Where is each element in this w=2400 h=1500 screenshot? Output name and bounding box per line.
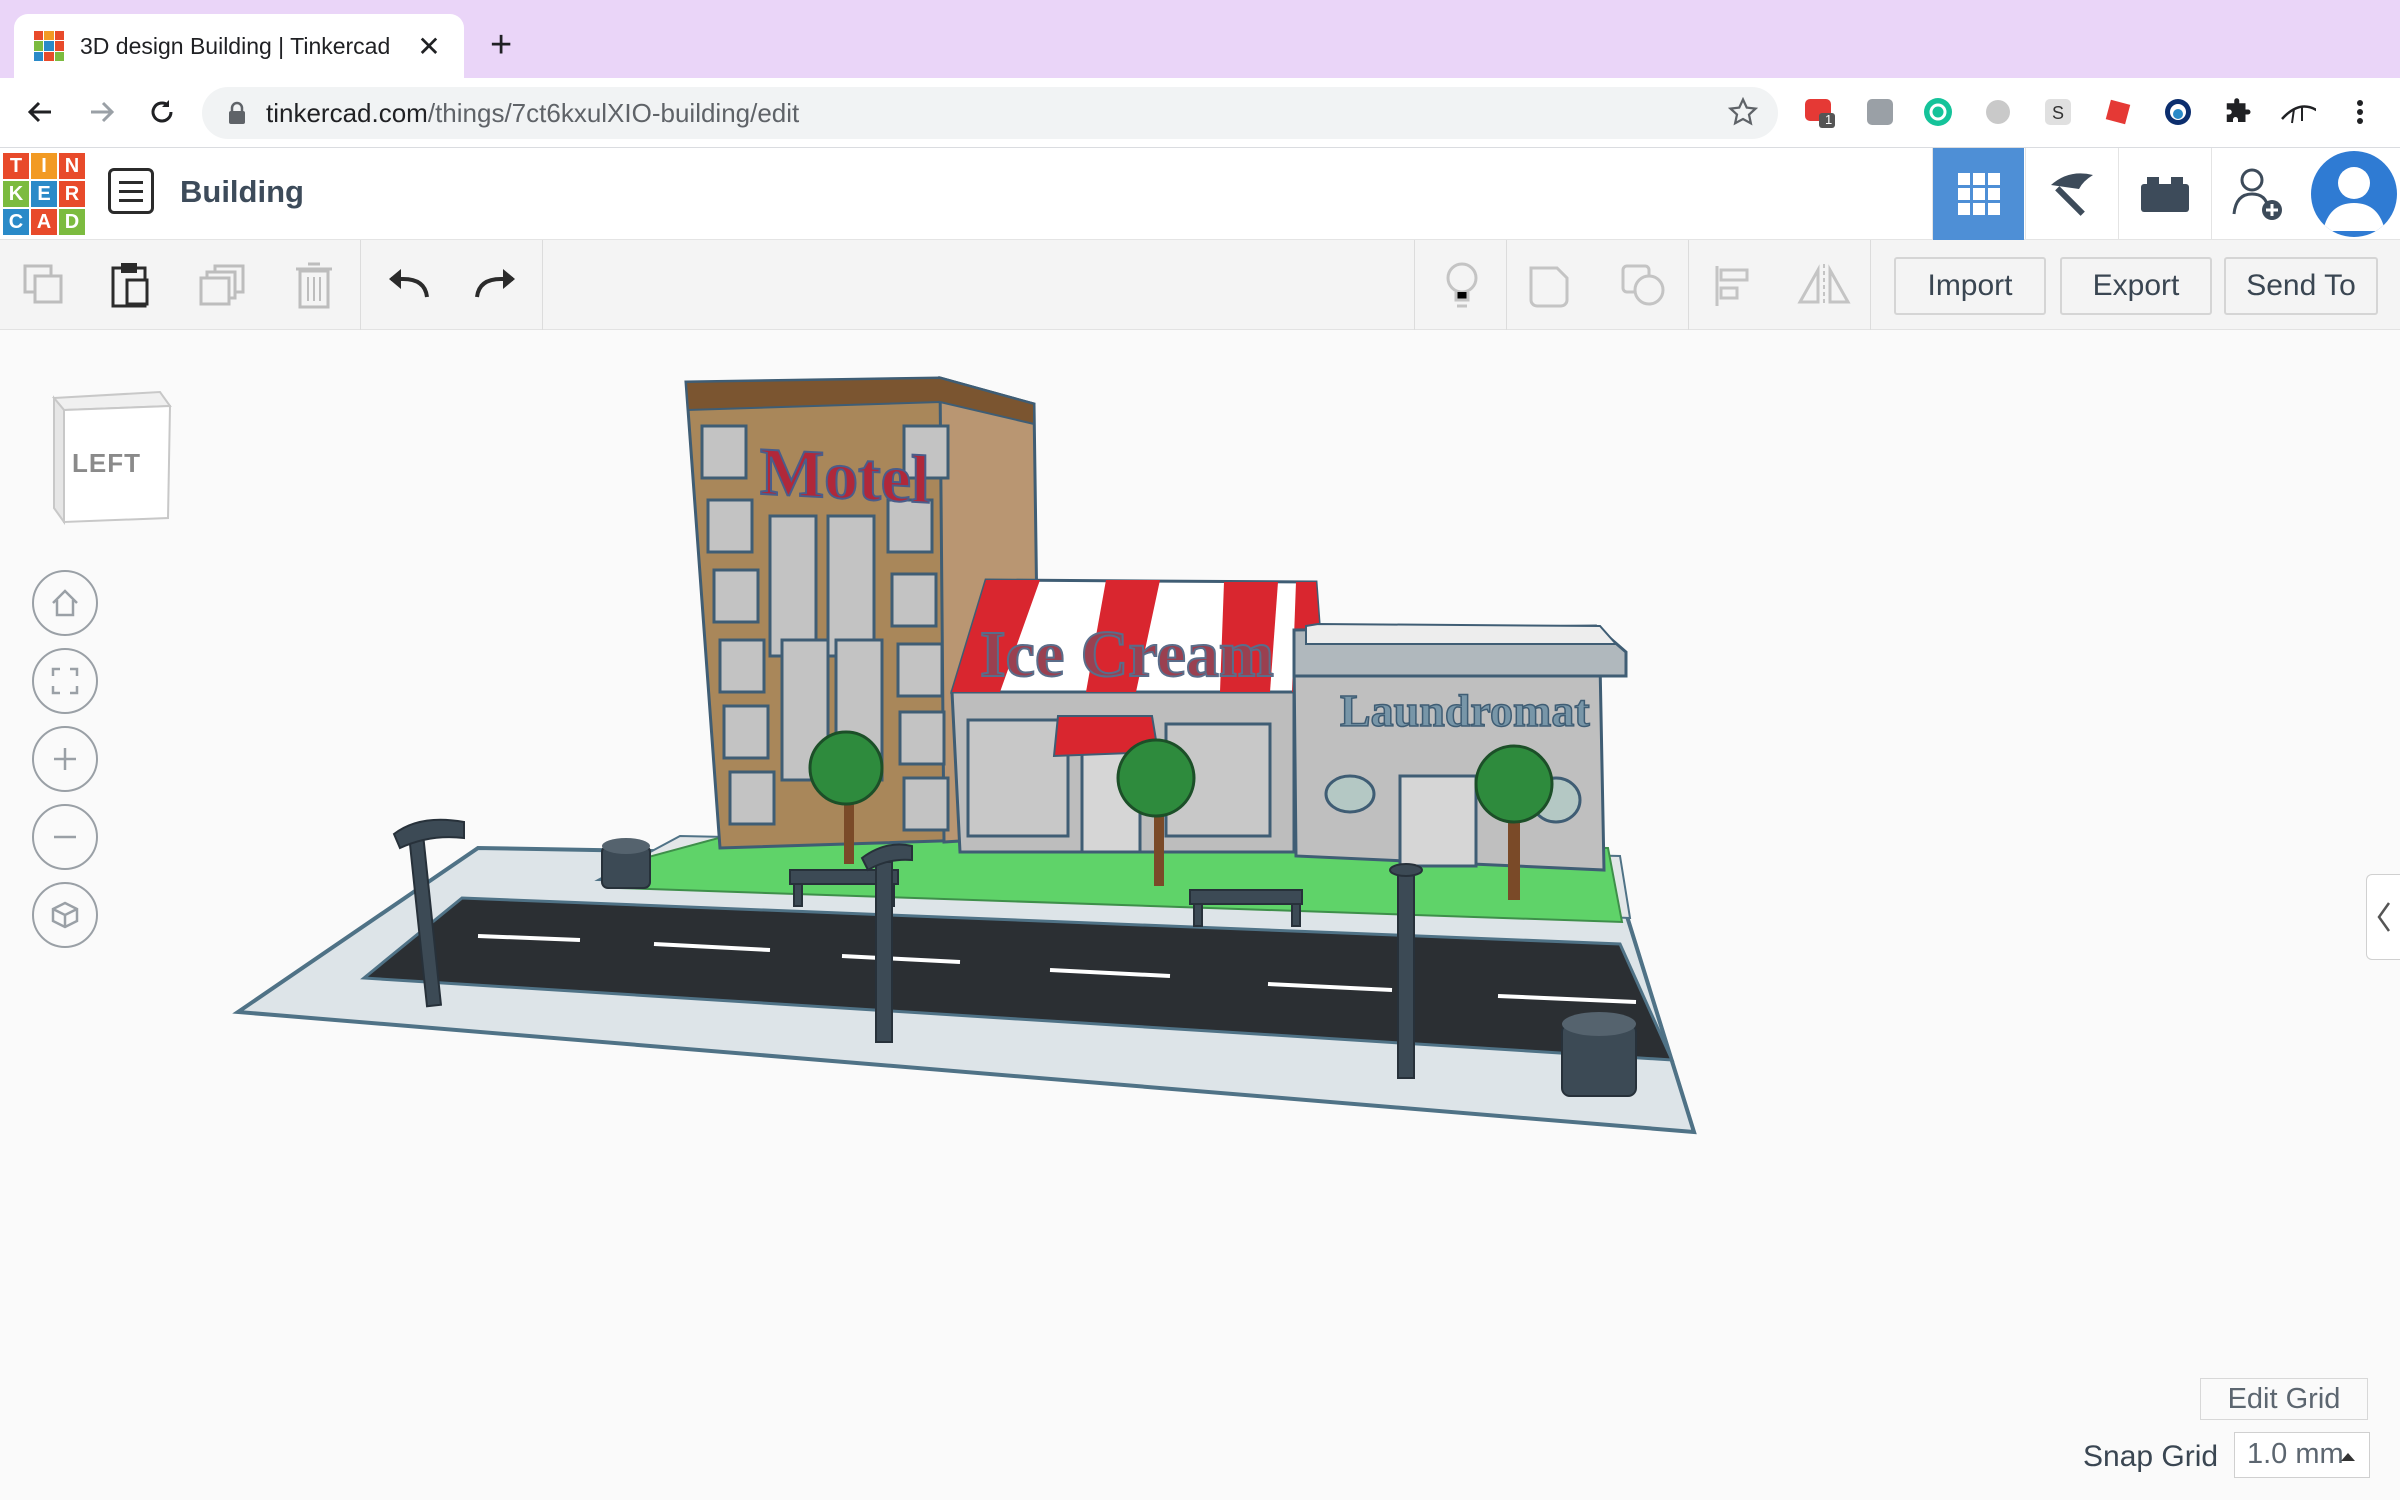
view-cube-face-label: LEFT [72, 448, 141, 478]
perspective-icon[interactable] [32, 882, 98, 948]
motel-sign: Motel [760, 433, 930, 518]
ice-cream-sign: Ice Cream [980, 618, 1274, 691]
laundromat-sign: Laundromat [1340, 685, 1590, 736]
snap-grid-select[interactable]: 1.0 mm [2234, 1432, 2370, 1478]
view-cube[interactable]: LEFT [48, 388, 176, 530]
panel-collapse-chevron-icon[interactable] [2366, 874, 2400, 960]
edit-grid-button[interactable]: Edit Grid [2200, 1378, 2368, 1420]
snap-grid-value: 1.0 mm [2247, 1438, 2344, 1470]
fit-view-icon[interactable] [32, 648, 98, 714]
caret-up-icon [2341, 1453, 2355, 1461]
home-view-icon[interactable] [32, 570, 98, 636]
zoom-in-icon[interactable] [32, 726, 98, 792]
zoom-out-icon[interactable] [32, 804, 98, 870]
snap-grid-label: Snap Grid [2083, 1440, 2219, 1473]
3d-scene[interactable]: Motel Ice Cream Laundromat [0, 0, 2400, 1500]
